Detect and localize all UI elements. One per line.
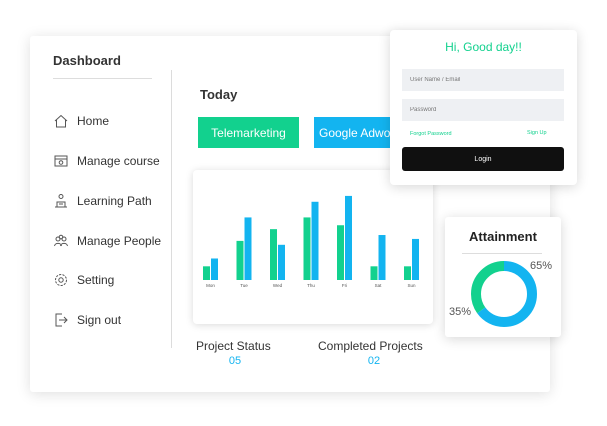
sidebar-item-label: Manage course xyxy=(77,154,160,168)
x-tick-label: Mon xyxy=(206,283,215,288)
sidebar-item-manage-course[interactable]: Manage course xyxy=(53,150,160,172)
x-tick-label: Sat xyxy=(375,283,383,288)
sidebar-item-learning-path[interactable]: Learning Path xyxy=(53,190,152,212)
bar-tue-blue xyxy=(244,217,252,280)
completed-projects-value: 02 xyxy=(367,355,381,367)
bar-sun-blue xyxy=(412,238,419,280)
username-field[interactable] xyxy=(402,69,564,91)
bar-thu-green xyxy=(303,217,311,280)
sidebar-item-setting[interactable]: Setting xyxy=(53,269,114,291)
sidebar-divider xyxy=(171,70,172,348)
project-status-label: Project Status xyxy=(196,339,271,353)
bar-sat-blue xyxy=(378,235,386,280)
home-icon xyxy=(53,113,69,129)
people-icon xyxy=(53,233,69,249)
bar-sat-green xyxy=(370,266,378,280)
password-field[interactable] xyxy=(402,99,564,121)
login-greeting: Hi, Good day!! xyxy=(445,40,522,54)
sidebar-item-label: Setting xyxy=(77,273,115,287)
x-tick-label: Fri xyxy=(342,283,347,288)
bar-mon-green xyxy=(203,266,210,280)
sidebar-item-label: Learning Path xyxy=(77,194,152,208)
bar-sun-green xyxy=(404,266,411,280)
learning-path-icon xyxy=(53,193,69,209)
completed-projects-label: Completed Projects xyxy=(318,339,423,353)
bar-wed-blue xyxy=(278,244,285,280)
bar-fri-green xyxy=(337,225,344,280)
attainment-percent-green: 35% xyxy=(449,306,472,318)
sidebar-item-label: Manage People xyxy=(77,234,162,248)
x-tick-label: Tue xyxy=(240,283,248,288)
sidebar-item-label: Sign out xyxy=(77,313,122,327)
attainment-card: Attainment 65% 35% xyxy=(445,217,561,337)
weekly-bar-chart: Mon Tue Wed Thu Fri Sat Sun xyxy=(203,195,419,288)
tab-google-adwords[interactable]: Google Adwords xyxy=(314,117,394,148)
dashboard-title: Dashboard xyxy=(53,53,121,68)
login-card: Hi, Good day!! Forgot Password Sign Up L… xyxy=(390,30,577,185)
sign-up-link[interactable]: Sign Up xyxy=(527,130,547,136)
attainment-donut-chart xyxy=(471,261,537,327)
x-tick-label: Sun xyxy=(407,283,416,288)
login-button[interactable]: Login xyxy=(402,147,564,171)
bar-mon-blue xyxy=(211,258,218,280)
weekly-chart-card: Mon Tue Wed Thu Fri Sat Sun xyxy=(193,170,433,324)
bar-fri-blue xyxy=(345,195,352,280)
sign-out-icon xyxy=(53,312,69,328)
sidebar-item-sign-out[interactable]: Sign out xyxy=(53,309,121,331)
project-status-value: 05 xyxy=(228,355,242,367)
bar-tue-green xyxy=(236,240,244,280)
attainment-percent-blue: 65% xyxy=(530,260,553,272)
x-tick-label: Thu xyxy=(307,283,315,288)
forgot-password-link[interactable]: Forgot Password xyxy=(410,131,452,137)
today-heading: Today xyxy=(200,87,238,102)
sidebar-item-label: Home xyxy=(77,114,110,128)
tab-telemarketing[interactable]: Telemarketing xyxy=(198,117,299,148)
bar-thu-blue xyxy=(311,201,319,280)
bar-wed-green xyxy=(270,229,277,280)
title-divider xyxy=(53,78,152,79)
x-tick-label: Wed xyxy=(273,283,283,288)
sidebar-item-manage-people[interactable]: Manage People xyxy=(53,230,161,252)
sidebar-item-home[interactable]: Home xyxy=(53,110,109,132)
course-icon xyxy=(53,153,69,169)
gear-icon xyxy=(53,272,69,288)
